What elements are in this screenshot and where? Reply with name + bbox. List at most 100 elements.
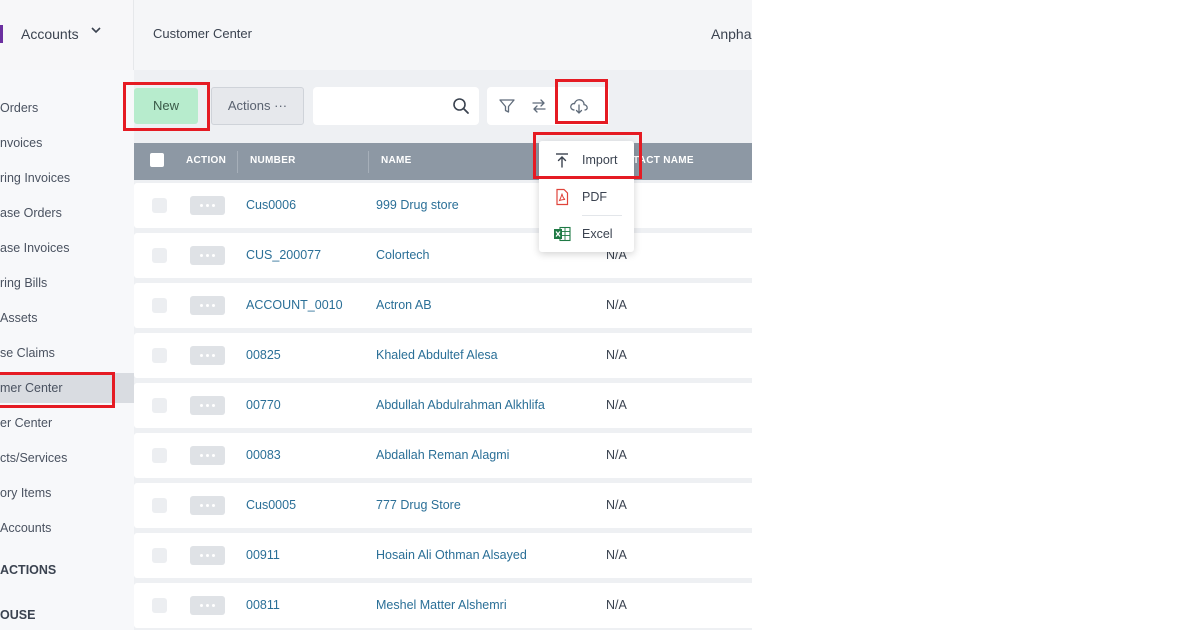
sidebar-item-accounts[interactable]: Accounts [0,513,134,543]
sidebar-item-label: nvoices [0,136,43,150]
sidebar-item-recurring-invoices[interactable]: ring Invoices [0,163,134,193]
row-checkbox[interactable] [152,248,167,263]
table-header: ACTION NUMBER NAME TACT NAME [134,143,752,180]
customer-name-link[interactable]: Meshel Matter Alshemri [376,598,507,612]
customer-name-link[interactable]: Abdullah Abdulrahman Alkhlifa [376,398,545,412]
sidebar-item-label: er Center [0,416,53,430]
sidebar-item-label: se Claims [0,346,55,360]
row-action-menu[interactable] [190,496,225,515]
sidebar-section-warehouse[interactable]: OUSE [0,608,35,622]
pdf-file-icon [553,188,571,206]
actions-button[interactable]: Actions ··· [211,87,304,125]
contact-name: N/A [606,598,627,612]
highlight-box-import [533,132,642,179]
customer-name-link[interactable]: Abdallah Reman Alagmi [376,448,509,462]
customer-number-link[interactable]: 00825 [246,348,281,362]
column-header-number[interactable]: NUMBER [250,155,296,166]
row-checkbox[interactable] [152,498,167,513]
sidebar-item-purchase-invoices[interactable]: ase Invoices [0,233,134,263]
company-name[interactable]: Anpha [711,26,751,42]
table-row[interactable]: 00811 Meshel Matter Alshemri N/A [134,583,752,628]
sidebar-item-label: ase Invoices [0,241,70,255]
row-action-menu[interactable] [190,246,225,265]
column-divider [237,151,238,173]
contact-name: N/A [606,398,627,412]
table-row[interactable]: 00770 Abdullah Abdulrahman Alkhlifa N/A [134,383,752,428]
row-checkbox[interactable] [152,398,167,413]
column-header-contact-name[interactable]: TACT NAME [633,155,694,166]
row-action-menu[interactable] [190,546,225,565]
column-divider [368,151,369,173]
highlight-box-new [123,82,210,131]
customer-number-link[interactable]: ACCOUNT_0010 [246,298,343,312]
menu-item-pdf[interactable]: PDF [539,179,634,215]
row-action-menu[interactable] [190,296,225,315]
chevron-down-icon [90,24,102,39]
customer-name-link[interactable]: Actron AB [376,298,432,312]
row-checkbox[interactable] [152,548,167,563]
table-row[interactable]: Cus0005 777 Drug Store N/A [134,483,752,528]
sidebar-item-label: Accounts [0,521,52,535]
sidebar-item-label: Orders [0,101,39,115]
sidebar-item-invoices[interactable]: nvoices [0,128,134,158]
sidebar-item-expense-claims[interactable]: se Claims [0,338,134,368]
select-all-checkbox[interactable] [150,153,164,167]
contact-name: N/A [606,448,627,462]
sidebar-item-label: ring Invoices [0,171,71,185]
customer-number-link[interactable]: 00811 [246,598,280,612]
customer-number-link[interactable]: 00911 [246,548,280,562]
contact-name: N/A [606,548,627,562]
row-checkbox[interactable] [152,298,167,313]
table-row[interactable]: 00911 Hosain Ali Othman Alsayed N/A [134,533,752,578]
app-window: Accounts Customer Center Anpha Orders nv… [0,0,752,630]
table-row[interactable]: 00083 Abdallah Reman Alagmi N/A [134,433,752,478]
customer-name-link[interactable]: Colortech [376,248,430,262]
table-row[interactable]: CUS_200077 Colortech N/A [134,233,752,278]
column-header-name[interactable]: NAME [381,155,412,166]
row-checkbox[interactable] [152,448,167,463]
customer-name-link[interactable]: Khaled Abdultef Alesa [376,348,498,362]
customer-number-link[interactable]: Cus0006 [246,198,296,212]
menu-item-label: Excel [582,227,613,241]
sidebar-section-actions[interactable]: ACTIONS [0,563,56,577]
sidebar-item-recurring-bills[interactable]: ring Bills [0,268,134,298]
customer-name-link[interactable]: 999 Drug store [376,198,459,212]
highlight-box-export [555,79,608,124]
customer-number-link[interactable]: 00770 [246,398,281,412]
customer-number-link[interactable]: Cus0005 [246,498,296,512]
menu-item-excel[interactable]: Excel [539,216,634,252]
row-checkbox[interactable] [152,348,167,363]
contact-name: N/A [606,298,627,312]
table-row[interactable]: ACCOUNT_0010 Actron AB N/A [134,283,752,328]
excel-file-icon [553,225,571,243]
row-action-menu[interactable] [190,596,225,615]
sidebar-item-label: cts/Services [0,451,68,465]
module-selector[interactable]: Accounts [0,0,134,70]
filter-icon[interactable] [498,97,516,115]
row-action-menu[interactable] [190,446,225,465]
sidebar-item-supplier-center[interactable]: er Center [0,408,134,438]
table-row[interactable]: 00825 Khaled Abdultef Alesa N/A [134,333,752,378]
swap-icon[interactable] [530,97,548,115]
sidebar-item-orders[interactable]: Orders [0,93,134,123]
customer-number-link[interactable]: CUS_200077 [246,248,321,262]
row-action-menu[interactable] [190,196,225,215]
row-checkbox[interactable] [152,598,167,613]
sidebar-item-inventory-items[interactable]: ory Items [0,478,134,508]
sidebar-item-purchase-orders[interactable]: ase Orders [0,198,134,228]
row-action-menu[interactable] [190,396,225,415]
row-action-menu[interactable] [190,346,225,365]
sidebar-item-assets[interactable]: Assets [0,303,134,333]
customer-number-link[interactable]: 00083 [246,448,281,462]
row-checkbox[interactable] [152,198,167,213]
customer-name-link[interactable]: 777 Drug Store [376,498,461,512]
sidebar-item-label: ase Orders [0,206,62,220]
column-header-action[interactable]: ACTION [186,155,226,166]
search-icon[interactable] [452,97,470,115]
sidebar-item-label: Assets [0,311,38,325]
customer-name-link[interactable]: Hosain Ali Othman Alsayed [376,548,527,562]
module-selector-label: Accounts [21,26,79,42]
table-row[interactable]: Cus0006 999 Drug store [134,183,752,228]
sidebar-item-products-services[interactable]: cts/Services [0,443,134,473]
sidebar-item-label: ring Bills [0,276,48,290]
